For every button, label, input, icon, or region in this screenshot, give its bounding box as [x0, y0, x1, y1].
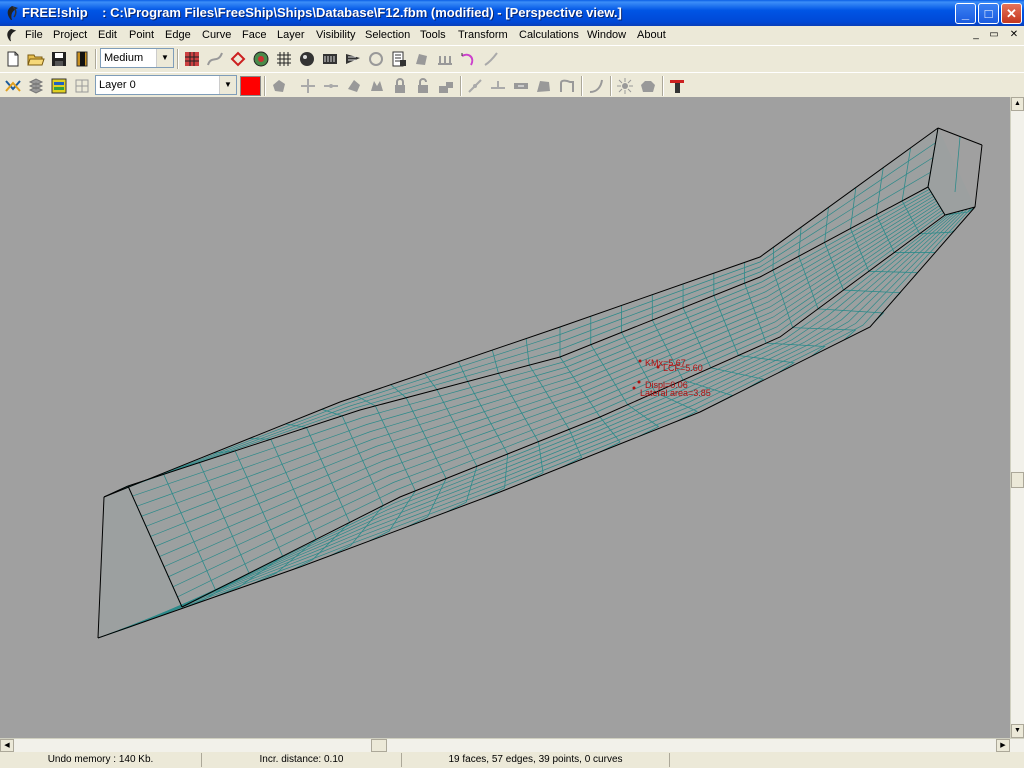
layer-toolbar: Layer 0 ▼: [0, 72, 1024, 99]
layer-color-swatch[interactable]: [240, 76, 261, 96]
chevron-down-icon[interactable]: ▼: [156, 49, 173, 67]
menu-face[interactable]: Face: [242, 29, 266, 41]
menu-file[interactable]: File: [25, 29, 43, 41]
buttocks-icon[interactable]: [321, 50, 339, 68]
layer-grid-icon[interactable]: [73, 77, 91, 95]
scroll-up-button[interactable]: ▲: [1011, 97, 1024, 111]
split-edge-icon[interactable]: [466, 77, 484, 95]
undo-memory-status: Undo memory : 140 Kb.: [0, 753, 202, 767]
menu-layer[interactable]: Layer: [277, 29, 305, 41]
maximize-button[interactable]: □: [978, 3, 999, 24]
menu-tools[interactable]: Tools: [420, 29, 446, 41]
mdi-minimize-button[interactable]: _: [968, 28, 984, 42]
layer-list-icon[interactable]: [27, 77, 45, 95]
insert-edge-icon[interactable]: [489, 77, 507, 95]
waterlines-icon[interactable]: [344, 50, 362, 68]
window-title: FREE!ship : C:\Program Files\FreeShip\Sh…: [22, 5, 622, 20]
unlock-all-icon[interactable]: [437, 77, 455, 95]
menu-visibility[interactable]: Visibility: [316, 29, 356, 41]
active-layer-value: Layer 0: [99, 79, 136, 91]
menu-transform[interactable]: Transform: [458, 29, 508, 41]
open-folder-icon[interactable]: [27, 50, 45, 68]
grid-icon[interactable]: [275, 50, 293, 68]
layer-properties-icon[interactable]: [4, 77, 22, 95]
exit-door-icon[interactable]: [73, 50, 91, 68]
precision-dropdown[interactable]: Medium ▼: [100, 48, 174, 68]
main-toolbar: Medium ▼: [0, 45, 1024, 72]
menu-point[interactable]: Point: [129, 29, 154, 41]
scroll-down-button[interactable]: ▼: [1011, 724, 1024, 738]
menu-edit[interactable]: Edit: [98, 29, 117, 41]
check-model-icon[interactable]: [668, 77, 686, 95]
shade-sphere-icon[interactable]: [298, 50, 316, 68]
curvature-icon[interactable]: [459, 50, 477, 68]
menu-edge[interactable]: Edge: [165, 29, 191, 41]
mdi-close-button[interactable]: ✕: [1006, 28, 1022, 42]
unlock-icon[interactable]: [414, 77, 432, 95]
collapse-edge-icon[interactable]: [512, 77, 530, 95]
document-icon[interactable]: [4, 28, 18, 42]
minimize-button[interactable]: _: [955, 3, 976, 24]
intersect-icon[interactable]: [616, 77, 634, 95]
extrude-icon[interactable]: [345, 77, 363, 95]
menu-selection[interactable]: Selection: [365, 29, 410, 41]
hull-wireframe[interactable]: [0, 97, 1010, 738]
new-curve-icon[interactable]: [587, 77, 605, 95]
menu-window[interactable]: Window: [587, 29, 626, 41]
hull-surface-fill: [98, 128, 975, 638]
control-curves-icon[interactable]: [436, 50, 454, 68]
lock-icon[interactable]: [391, 77, 409, 95]
app-icon[interactable]: [4, 5, 20, 21]
scroll-left-button[interactable]: ◀: [0, 739, 14, 752]
insert-point-icon[interactable]: [299, 77, 317, 95]
curve-tool-icon[interactable]: [206, 50, 224, 68]
control-net-icon[interactable]: [183, 50, 201, 68]
extrude-edge-icon[interactable]: [558, 77, 576, 95]
model-stats-status: 19 faces, 57 edges, 39 points, 0 curves: [402, 753, 670, 767]
diagonals-icon[interactable]: [367, 50, 385, 68]
vertical-scroll-thumb[interactable]: [1011, 472, 1024, 488]
tank-icon[interactable]: [639, 77, 657, 95]
toolbar-separator: [177, 49, 179, 69]
mirror-face-icon[interactable]: [368, 77, 386, 95]
active-layer-dropdown[interactable]: Layer 0 ▼: [95, 75, 237, 95]
menu-calculations[interactable]: Calculations: [519, 29, 579, 41]
toolbar-separator: [460, 76, 462, 96]
horizontal-scrollbar[interactable]: ◀ ▶: [0, 738, 1024, 752]
toolbar-separator: [264, 76, 266, 96]
toolbar-separator: [662, 76, 664, 96]
vertical-scrollbar[interactable]: ▲ ▼: [1010, 97, 1024, 738]
menu-about[interactable]: About: [637, 29, 666, 41]
precision-value: Medium: [104, 52, 144, 64]
save-icon[interactable]: [50, 50, 68, 68]
bow-front-edge: [974, 144, 983, 208]
layer-color-icon[interactable]: [50, 77, 68, 95]
new-file-icon[interactable]: [4, 50, 22, 68]
mdi-restore-button[interactable]: ▭: [986, 28, 1002, 42]
flowlines-icon[interactable]: [413, 50, 431, 68]
title-bar: FREE!ship : C:\Program Files\FreeShip\Sh…: [0, 0, 1024, 26]
menu-bar: File Project Edit Point Edge Curve Face …: [0, 26, 1024, 45]
collapse-point-icon[interactable]: [322, 77, 340, 95]
horizontal-scroll-thumb[interactable]: [371, 739, 387, 752]
new-face-icon[interactable]: [270, 77, 288, 95]
toolbar-separator: [610, 76, 612, 96]
chevron-down-icon[interactable]: ▼: [219, 76, 236, 94]
toolbar-separator: [581, 76, 583, 96]
interior-edges-icon[interactable]: [229, 50, 247, 68]
stations-icon[interactable]: [252, 50, 270, 68]
crease-edge-icon[interactable]: [535, 77, 553, 95]
menu-curve[interactable]: Curve: [202, 29, 231, 41]
markers-icon[interactable]: [482, 50, 500, 68]
menu-project[interactable]: Project: [53, 29, 87, 41]
status-bar: Undo memory : 140 Kb. Incr. distance: 0.…: [0, 752, 1024, 768]
scroll-right-button[interactable]: ▶: [996, 739, 1010, 752]
toolbar-separator: [95, 49, 97, 69]
perspective-viewport[interactable]: KMx=5.67 LCF=5.60 Displ=0.06 Lateral are…: [0, 97, 1010, 738]
close-button[interactable]: ✕: [1001, 3, 1022, 24]
increment-distance-status: Incr. distance: 0.10: [202, 753, 402, 767]
hydrostatics-icon[interactable]: [390, 50, 408, 68]
